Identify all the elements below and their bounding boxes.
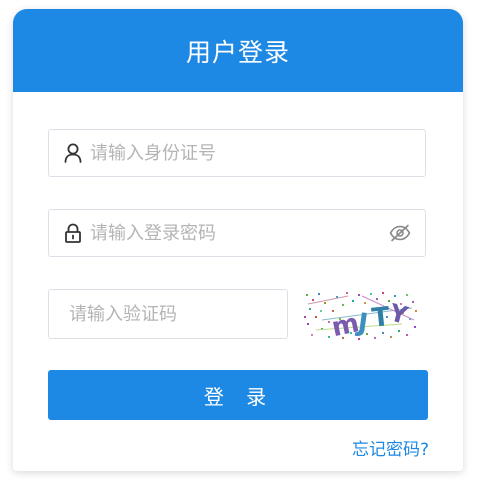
login-header: 用户登录 — [13, 9, 463, 92]
user-icon — [63, 143, 83, 163]
id-number-field[interactable] — [48, 129, 426, 177]
lock-icon — [63, 223, 83, 243]
forgot-password-link[interactable]: 忘记密码? — [352, 435, 429, 460]
id-number-input[interactable] — [90, 130, 425, 176]
page-title: 用户登录 — [185, 37, 290, 67]
login-card: 用户登录 请输入身份证号 请输入验证码 m J T Y 登 录 忘记密码? — [13, 9, 463, 471]
password-field[interactable] — [48, 209, 426, 257]
captcha-field[interactable] — [48, 289, 288, 339]
password-input[interactable] — [90, 210, 389, 256]
eye-off-icon[interactable] — [389, 222, 411, 244]
login-button[interactable]: 登 录 — [48, 370, 428, 420]
captcha-image[interactable]: m J T Y — [302, 290, 420, 342]
captcha-input[interactable] — [49, 289, 287, 339]
